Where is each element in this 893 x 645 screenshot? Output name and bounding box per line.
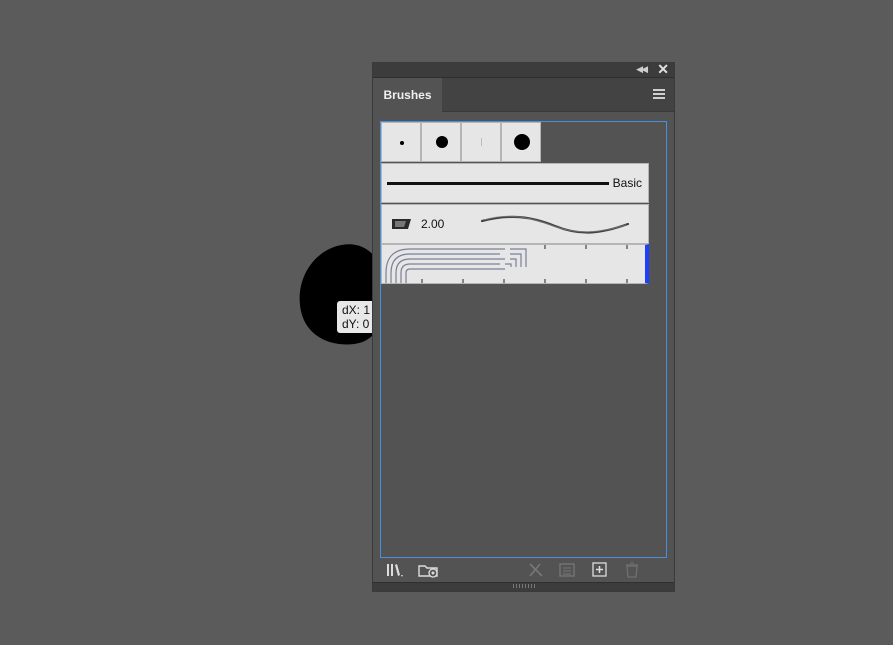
- collapse-icon[interactable]: ◀◀: [636, 64, 648, 75]
- calligraphic-stroke-preview: [480, 215, 630, 234]
- brush-row-basic[interactable]: Basic: [381, 163, 649, 203]
- brush-swatch-medium-dot[interactable]: [421, 122, 461, 162]
- brush-label-basic: Basic: [612, 176, 642, 190]
- delete-brush-icon[interactable]: [623, 561, 641, 579]
- panel-resize-grip: [373, 582, 674, 591]
- remove-brush-stroke-icon[interactable]: [527, 561, 545, 579]
- cloud-libraries-icon[interactable]: [418, 561, 440, 579]
- panel-footer: [373, 559, 674, 583]
- resize-handle[interactable]: [513, 584, 535, 588]
- tab-brushes[interactable]: Brushes: [373, 78, 442, 112]
- brush-swatch-small-dot[interactable]: [381, 122, 421, 162]
- brushes-panel: ◀◀ ✕ Brushes Basic 2.00: [372, 61, 675, 592]
- brush-row-calligraphic[interactable]: 2.00: [381, 204, 649, 244]
- brush-row-pattern-selected[interactable]: [381, 244, 649, 284]
- brush-swatch-large-dot[interactable]: [501, 122, 541, 162]
- basic-stroke-preview: [387, 182, 609, 185]
- new-brush-icon[interactable]: [591, 561, 609, 579]
- pattern-brush-preview: [385, 245, 628, 283]
- brush-options-icon[interactable]: [558, 561, 576, 579]
- brush-libraries-icon[interactable]: [386, 561, 404, 579]
- close-icon[interactable]: ✕: [657, 61, 669, 78]
- brush-size-value: 2.00: [421, 217, 445, 231]
- panel-tab-row: Brushes: [373, 78, 674, 112]
- brush-list[interactable]: Basic 2.00: [380, 121, 667, 558]
- brush-swatch-row: [381, 122, 541, 163]
- panel-title-bar[interactable]: ◀◀ ✕: [373, 61, 674, 78]
- brush-swatch-tiny-dot[interactable]: [461, 122, 501, 162]
- calligraphic-pen-icon: [392, 219, 411, 229]
- hamburger-menu-icon[interactable]: [653, 89, 665, 99]
